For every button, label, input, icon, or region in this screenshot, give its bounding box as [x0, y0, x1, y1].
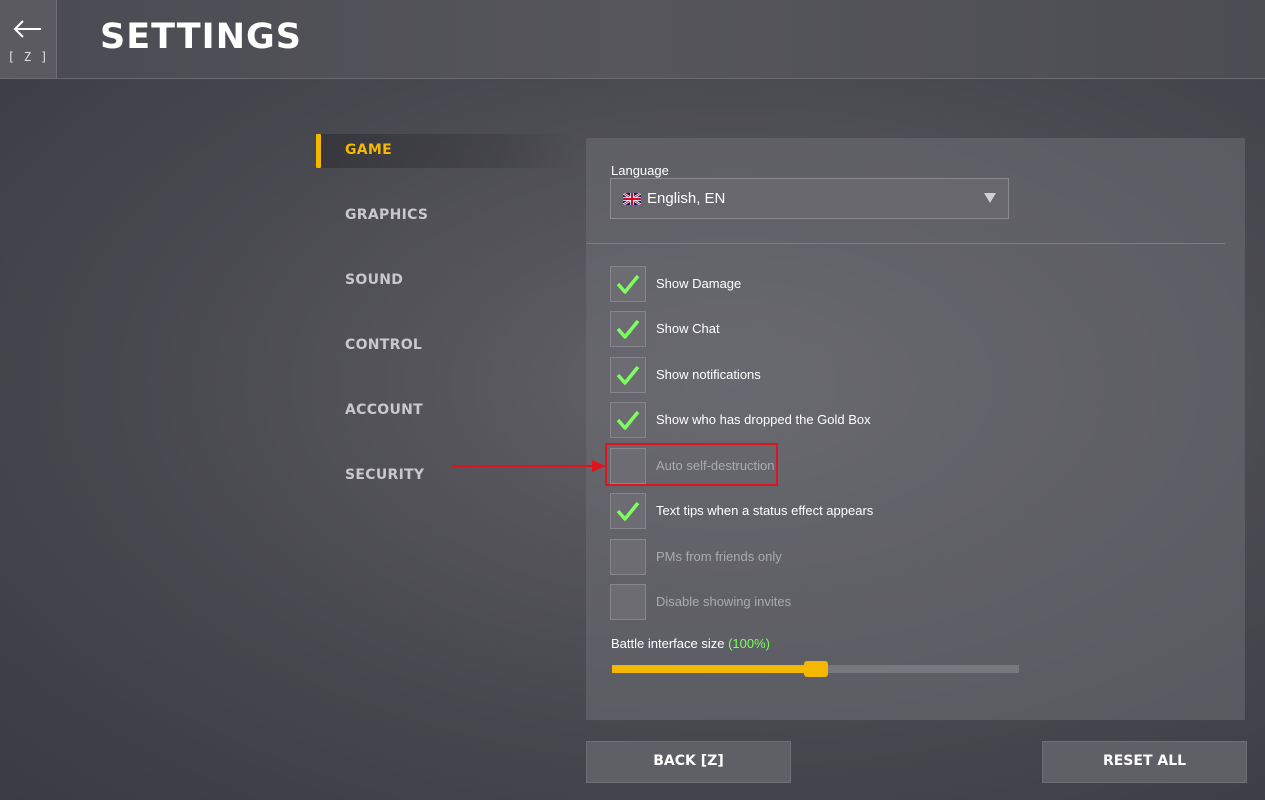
nav-item-label: SOUND — [345, 272, 404, 288]
option-label: Show who has dropped the Gold Box — [656, 412, 871, 427]
option-show-notifications[interactable]: Show notifications — [610, 357, 1110, 393]
uk-flag-icon — [623, 193, 641, 205]
checkmark-icon — [616, 365, 640, 385]
top-bar: [ Z ] SETTINGS — [0, 0, 1265, 79]
page-title: SETTINGS — [100, 17, 302, 57]
checkbox[interactable] — [610, 311, 646, 347]
option-disable-invites[interactable]: Disable showing invites — [610, 584, 1110, 620]
checkbox[interactable] — [610, 584, 646, 620]
option-label: Show Damage — [656, 276, 742, 291]
chevron-down-icon — [984, 193, 996, 203]
back-button-label: BACK [Z] — [653, 753, 724, 769]
annotation-arrow — [452, 460, 606, 472]
checkmark-icon — [616, 274, 640, 294]
battle-size-percent: (100%) — [728, 636, 770, 651]
nav-item-label: GRAPHICS — [345, 207, 429, 223]
nav-item-label: ACCOUNT — [345, 402, 424, 418]
checkmark-icon — [616, 501, 640, 521]
arrow-left-icon — [13, 20, 41, 38]
option-label: Disable showing invites — [656, 594, 792, 609]
checkmark-icon — [616, 410, 640, 430]
option-show-damage[interactable]: Show Damage — [610, 266, 1110, 302]
language-dropdown[interactable]: English, EN — [610, 178, 1009, 219]
back-corner-button[interactable]: [ Z ] — [0, 0, 57, 78]
battle-size-label: Battle interface size (100%) — [611, 636, 770, 651]
nav-item-label: SECURITY — [345, 467, 425, 483]
option-status-effect-tips[interactable]: Text tips when a status effect appears — [610, 493, 1110, 529]
checkmark-icon — [616, 319, 640, 339]
option-label: Show Chat — [656, 321, 720, 336]
option-show-chat[interactable]: Show Chat — [610, 311, 1110, 347]
option-show-gold-box-dropper[interactable]: Show who has dropped the Gold Box — [610, 402, 1110, 438]
slider-fill — [612, 665, 816, 673]
checkbox[interactable] — [610, 357, 646, 393]
back-shortcut-hint: [ Z ] — [7, 50, 49, 64]
battle-size-label-text: Battle interface size — [611, 636, 725, 651]
slider-handle[interactable] — [803, 661, 828, 677]
reset-all-button-label: RESET ALL — [1102, 753, 1187, 769]
checkbox[interactable] — [610, 266, 646, 302]
battle-size-slider[interactable] — [612, 661, 1019, 677]
reset-all-button[interactable]: RESET ALL — [1042, 741, 1247, 783]
option-label: Show notifications — [656, 367, 761, 382]
game-settings-panel: Language English, EN Show Damage Show Ch… — [586, 138, 1245, 720]
nav-item-label: CONTROL — [345, 337, 423, 353]
language-value: English, EN — [647, 190, 726, 207]
back-button[interactable]: BACK [Z] — [586, 741, 791, 783]
option-label: Text tips when a status effect appears — [656, 503, 874, 518]
nav-item-sound[interactable]: SOUND — [316, 264, 576, 298]
annotation-highlight-box — [605, 443, 778, 486]
nav-item-account[interactable]: ACCOUNT — [316, 394, 576, 428]
divider — [586, 243, 1225, 244]
language-label: Language — [611, 163, 669, 178]
nav-item-control[interactable]: CONTROL — [316, 329, 576, 363]
checkbox[interactable] — [610, 493, 646, 529]
nav-item-label: GAME — [345, 142, 393, 158]
option-label: PMs from friends only — [656, 549, 782, 564]
nav-item-game[interactable]: GAME — [316, 134, 576, 168]
nav-item-graphics[interactable]: GRAPHICS — [316, 199, 576, 233]
checkbox[interactable] — [610, 539, 646, 575]
checkbox[interactable] — [610, 402, 646, 438]
option-pms-friends-only[interactable]: PMs from friends only — [610, 539, 1110, 575]
